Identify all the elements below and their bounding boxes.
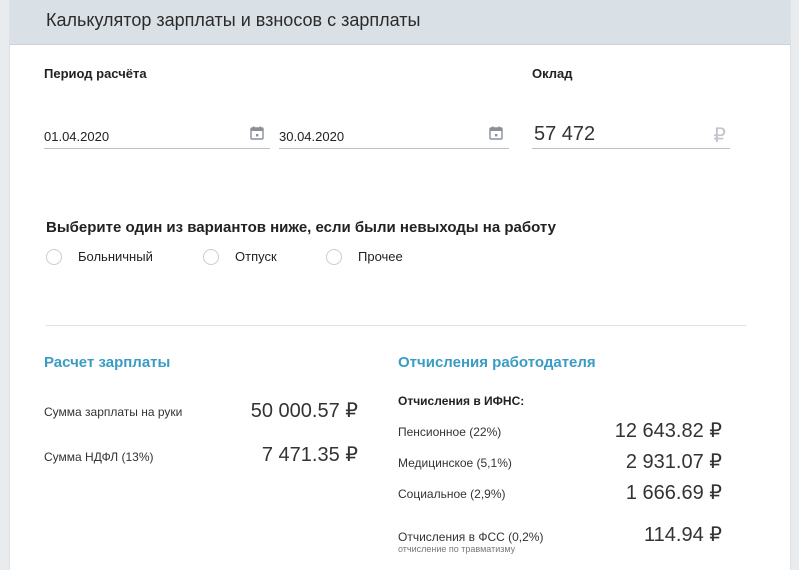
net-salary-label: Сумма зарплаты на руки bbox=[44, 405, 183, 419]
radio-circle[interactable] bbox=[326, 249, 342, 265]
radio-label[interactable]: Прочее bbox=[358, 249, 403, 264]
net-salary-amount: 50 000.57 ₽ bbox=[250, 400, 358, 422]
salary-calc-title: Расчет зарплаты bbox=[44, 354, 171, 371]
ndfl-amount: 7 471.35 ₽ bbox=[261, 444, 358, 466]
card-header: Калькулятор зарплаты и взносов с зарплат… bbox=[10, 0, 790, 45]
radio-circle[interactable] bbox=[203, 249, 219, 265]
calendar-icon[interactable] bbox=[489, 126, 503, 140]
date-to-value: 30.04.2020 bbox=[279, 129, 345, 144]
radio-label[interactable]: Отпуск bbox=[235, 249, 277, 264]
pension-amount: 12 643.82 ₽ bbox=[614, 420, 722, 442]
section-divider bbox=[46, 325, 746, 326]
fss-note: отчисление по травматизму bbox=[398, 544, 516, 554]
pension-label: Пенсионное (22%) bbox=[398, 425, 502, 439]
date-from-value: 01.04.2020 bbox=[44, 129, 110, 144]
calculator-card: Калькулятор зарплаты и взносов с зарплат… bbox=[9, 0, 791, 570]
period-label: Период расчёта bbox=[44, 66, 147, 81]
radio-label[interactable]: Больничный bbox=[78, 249, 153, 264]
salary-value: 57 472 bbox=[534, 123, 596, 145]
ndfl-label: Сумма НДФЛ (13%) bbox=[44, 450, 154, 464]
radio-circle[interactable] bbox=[46, 249, 62, 265]
salary-input[interactable]: 57 472 ₽ bbox=[532, 120, 730, 149]
date-from-field[interactable]: 01.04.2020 bbox=[44, 122, 270, 149]
fss-amount: 114.94 ₽ bbox=[644, 524, 722, 546]
social-amount: 1 666.69 ₽ bbox=[625, 482, 722, 504]
date-to-field[interactable]: 30.04.2020 bbox=[279, 122, 509, 149]
employer-contrib-title: Отчисления работодателя bbox=[398, 354, 596, 371]
calendar-icon[interactable] bbox=[250, 126, 264, 140]
medical-amount: 2 931.07 ₽ bbox=[625, 451, 722, 473]
salary-label: Оклад bbox=[532, 66, 573, 81]
ifns-subheading: Отчисления в ИФНС: bbox=[398, 394, 525, 408]
ruble-icon: ₽ bbox=[713, 125, 726, 147]
social-label: Социальное (2,9%) bbox=[398, 487, 506, 501]
page-title: Калькулятор зарплаты и взносов с зарплат… bbox=[46, 10, 421, 30]
medical-label: Медицинское (5,1%) bbox=[398, 456, 512, 470]
absence-question: Выберите один из вариантов ниже, если бы… bbox=[46, 219, 556, 236]
fss-label: Отчисления в ФСС (0,2%) bbox=[398, 530, 544, 544]
